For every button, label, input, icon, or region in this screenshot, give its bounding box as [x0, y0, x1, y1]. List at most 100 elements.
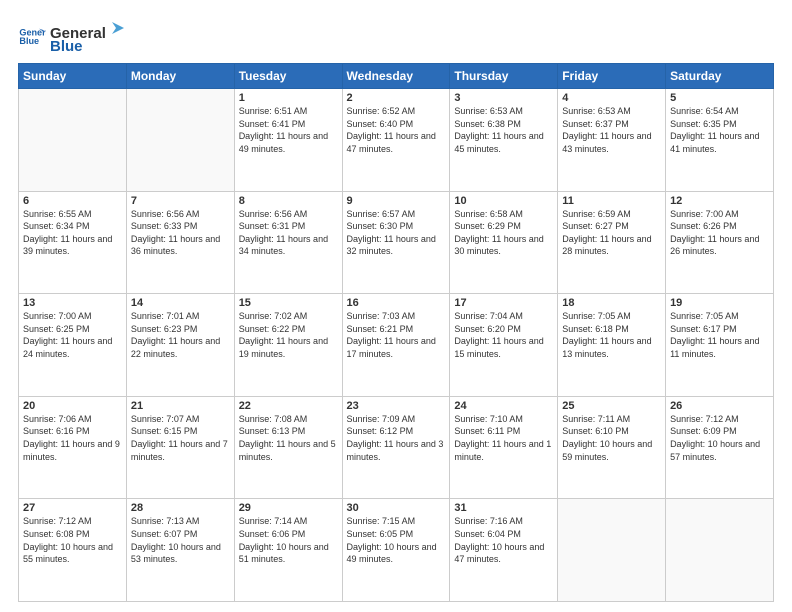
day-number: 14 — [131, 297, 230, 309]
svg-text:Blue: Blue — [19, 36, 39, 46]
calendar-cell: 27Sunrise: 7:12 AMSunset: 6:08 PMDayligh… — [19, 499, 127, 602]
calendar-cell: 8Sunrise: 6:56 AMSunset: 6:31 PMDaylight… — [234, 191, 342, 294]
day-number: 25 — [562, 400, 661, 412]
day-info: Sunrise: 7:12 AMSunset: 6:09 PMDaylight:… — [670, 413, 769, 463]
calendar-cell: 19Sunrise: 7:05 AMSunset: 6:17 PMDayligh… — [666, 294, 774, 397]
day-number: 20 — [23, 400, 122, 412]
day-info: Sunrise: 6:57 AMSunset: 6:30 PMDaylight:… — [347, 208, 446, 258]
calendar-week-row: 27Sunrise: 7:12 AMSunset: 6:08 PMDayligh… — [19, 499, 774, 602]
calendar-cell: 11Sunrise: 6:59 AMSunset: 6:27 PMDayligh… — [558, 191, 666, 294]
day-info: Sunrise: 7:15 AMSunset: 6:05 PMDaylight:… — [347, 515, 446, 565]
calendar-cell: 1Sunrise: 6:51 AMSunset: 6:41 PMDaylight… — [234, 89, 342, 192]
calendar-cell: 30Sunrise: 7:15 AMSunset: 6:05 PMDayligh… — [342, 499, 450, 602]
calendar-cell: 22Sunrise: 7:08 AMSunset: 6:13 PMDayligh… — [234, 396, 342, 499]
calendar-cell: 7Sunrise: 6:56 AMSunset: 6:33 PMDaylight… — [126, 191, 234, 294]
day-info: Sunrise: 7:06 AMSunset: 6:16 PMDaylight:… — [23, 413, 122, 463]
calendar-cell: 9Sunrise: 6:57 AMSunset: 6:30 PMDaylight… — [342, 191, 450, 294]
day-number: 10 — [454, 195, 553, 207]
weekday-header: Monday — [126, 64, 234, 89]
calendar-cell: 21Sunrise: 7:07 AMSunset: 6:15 PMDayligh… — [126, 396, 234, 499]
day-number: 2 — [347, 92, 446, 104]
calendar-cell: 28Sunrise: 7:13 AMSunset: 6:07 PMDayligh… — [126, 499, 234, 602]
calendar-cell — [558, 499, 666, 602]
day-number: 3 — [454, 92, 553, 104]
day-number: 29 — [239, 502, 338, 514]
calendar-cell: 23Sunrise: 7:09 AMSunset: 6:12 PMDayligh… — [342, 396, 450, 499]
calendar-week-row: 1Sunrise: 6:51 AMSunset: 6:41 PMDaylight… — [19, 89, 774, 192]
day-info: Sunrise: 7:05 AMSunset: 6:17 PMDaylight:… — [670, 310, 769, 360]
day-info: Sunrise: 7:08 AMSunset: 6:13 PMDaylight:… — [239, 413, 338, 463]
weekday-header: Sunday — [19, 64, 127, 89]
day-info: Sunrise: 7:02 AMSunset: 6:22 PMDaylight:… — [239, 310, 338, 360]
day-info: Sunrise: 7:12 AMSunset: 6:08 PMDaylight:… — [23, 515, 122, 565]
day-number: 26 — [670, 400, 769, 412]
weekday-header: Wednesday — [342, 64, 450, 89]
calendar-week-row: 6Sunrise: 6:55 AMSunset: 6:34 PMDaylight… — [19, 191, 774, 294]
calendar-cell — [126, 89, 234, 192]
day-info: Sunrise: 7:10 AMSunset: 6:11 PMDaylight:… — [454, 413, 553, 463]
day-number: 7 — [131, 195, 230, 207]
day-info: Sunrise: 7:03 AMSunset: 6:21 PMDaylight:… — [347, 310, 446, 360]
day-info: Sunrise: 6:58 AMSunset: 6:29 PMDaylight:… — [454, 208, 553, 258]
day-number: 6 — [23, 195, 122, 207]
day-number: 23 — [347, 400, 446, 412]
day-number: 12 — [670, 195, 769, 207]
day-number: 13 — [23, 297, 122, 309]
calendar-cell: 12Sunrise: 7:00 AMSunset: 6:26 PMDayligh… — [666, 191, 774, 294]
logo-chevron-icon — [108, 18, 128, 38]
day-info: Sunrise: 7:04 AMSunset: 6:20 PMDaylight:… — [454, 310, 553, 360]
calendar-cell: 26Sunrise: 7:12 AMSunset: 6:09 PMDayligh… — [666, 396, 774, 499]
day-info: Sunrise: 6:59 AMSunset: 6:27 PMDaylight:… — [562, 208, 661, 258]
day-number: 28 — [131, 502, 230, 514]
weekday-header: Tuesday — [234, 64, 342, 89]
day-info: Sunrise: 6:51 AMSunset: 6:41 PMDaylight:… — [239, 105, 338, 155]
weekday-header: Thursday — [450, 64, 558, 89]
calendar-week-row: 20Sunrise: 7:06 AMSunset: 6:16 PMDayligh… — [19, 396, 774, 499]
page-header: General Blue General Blue — [18, 18, 774, 55]
day-info: Sunrise: 6:53 AMSunset: 6:38 PMDaylight:… — [454, 105, 553, 155]
calendar-cell: 2Sunrise: 6:52 AMSunset: 6:40 PMDaylight… — [342, 89, 450, 192]
weekday-header: Saturday — [666, 64, 774, 89]
day-number: 11 — [562, 195, 661, 207]
calendar-cell: 10Sunrise: 6:58 AMSunset: 6:29 PMDayligh… — [450, 191, 558, 294]
day-number: 19 — [670, 297, 769, 309]
day-number: 5 — [670, 92, 769, 104]
day-info: Sunrise: 7:14 AMSunset: 6:06 PMDaylight:… — [239, 515, 338, 565]
day-info: Sunrise: 6:53 AMSunset: 6:37 PMDaylight:… — [562, 105, 661, 155]
calendar-week-row: 13Sunrise: 7:00 AMSunset: 6:25 PMDayligh… — [19, 294, 774, 397]
day-number: 9 — [347, 195, 446, 207]
day-info: Sunrise: 7:05 AMSunset: 6:18 PMDaylight:… — [562, 310, 661, 360]
day-number: 22 — [239, 400, 338, 412]
day-number: 21 — [131, 400, 230, 412]
day-number: 1 — [239, 92, 338, 104]
day-info: Sunrise: 7:09 AMSunset: 6:12 PMDaylight:… — [347, 413, 446, 463]
calendar-cell: 16Sunrise: 7:03 AMSunset: 6:21 PMDayligh… — [342, 294, 450, 397]
calendar-cell: 4Sunrise: 6:53 AMSunset: 6:37 PMDaylight… — [558, 89, 666, 192]
calendar-cell: 13Sunrise: 7:00 AMSunset: 6:25 PMDayligh… — [19, 294, 127, 397]
day-number: 16 — [347, 297, 446, 309]
calendar-cell: 15Sunrise: 7:02 AMSunset: 6:22 PMDayligh… — [234, 294, 342, 397]
weekday-header-row: SundayMondayTuesdayWednesdayThursdayFrid… — [19, 64, 774, 89]
weekday-header: Friday — [558, 64, 666, 89]
logo: General Blue General Blue — [18, 18, 128, 55]
calendar-table: SundayMondayTuesdayWednesdayThursdayFrid… — [18, 63, 774, 602]
day-info: Sunrise: 7:00 AMSunset: 6:26 PMDaylight:… — [670, 208, 769, 258]
day-number: 18 — [562, 297, 661, 309]
calendar-cell: 31Sunrise: 7:16 AMSunset: 6:04 PMDayligh… — [450, 499, 558, 602]
day-number: 8 — [239, 195, 338, 207]
calendar-cell: 29Sunrise: 7:14 AMSunset: 6:06 PMDayligh… — [234, 499, 342, 602]
calendar-cell — [666, 499, 774, 602]
day-number: 27 — [23, 502, 122, 514]
calendar-cell: 18Sunrise: 7:05 AMSunset: 6:18 PMDayligh… — [558, 294, 666, 397]
calendar-cell — [19, 89, 127, 192]
day-number: 17 — [454, 297, 553, 309]
day-info: Sunrise: 6:54 AMSunset: 6:35 PMDaylight:… — [670, 105, 769, 155]
calendar-cell: 14Sunrise: 7:01 AMSunset: 6:23 PMDayligh… — [126, 294, 234, 397]
calendar-cell: 17Sunrise: 7:04 AMSunset: 6:20 PMDayligh… — [450, 294, 558, 397]
day-number: 4 — [562, 92, 661, 104]
logo-icon: General Blue — [18, 23, 46, 51]
day-info: Sunrise: 6:55 AMSunset: 6:34 PMDaylight:… — [23, 208, 122, 258]
calendar-cell: 3Sunrise: 6:53 AMSunset: 6:38 PMDaylight… — [450, 89, 558, 192]
day-info: Sunrise: 7:11 AMSunset: 6:10 PMDaylight:… — [562, 413, 661, 463]
day-info: Sunrise: 7:07 AMSunset: 6:15 PMDaylight:… — [131, 413, 230, 463]
